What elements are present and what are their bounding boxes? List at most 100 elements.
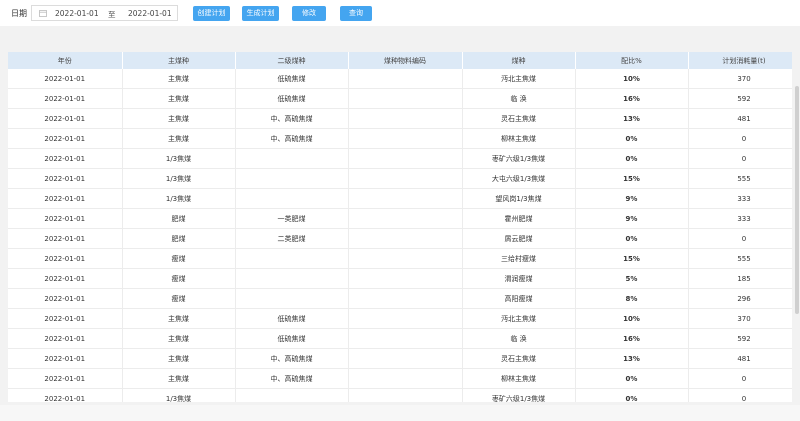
query-button[interactable]: 查询 bbox=[340, 6, 372, 21]
secondary-coal-cell bbox=[235, 268, 349, 289]
table-row[interactable]: 2022-01-01 1/3焦煤 枣矿六级1/3焦煤 0% 0 bbox=[8, 148, 792, 169]
year-cell: 2022-01-01 bbox=[8, 148, 123, 169]
year-cell: 2022-01-01 bbox=[8, 128, 123, 149]
main-coal-cell: 主焦煤 bbox=[122, 328, 236, 349]
consumption-cell: 333 bbox=[688, 188, 792, 209]
material-code-cell bbox=[348, 368, 463, 389]
secondary-coal-cell bbox=[235, 188, 349, 209]
column-header-coal[interactable]: 煤种 bbox=[462, 52, 576, 69]
material-code-cell bbox=[348, 308, 463, 329]
table-row[interactable]: 2022-01-01 瘦煤 渭润瘦煤 5% 185 bbox=[8, 268, 792, 289]
table-row[interactable]: 2022-01-01 主焦煤 中、高硫焦煤 柳林主焦煤 0% 0 bbox=[8, 368, 792, 389]
main-coal-cell: 1/3焦煤 bbox=[122, 148, 236, 169]
year-cell: 2022-01-01 bbox=[8, 328, 123, 349]
table-row[interactable]: 2022-01-01 主焦煤 低硫焦煤 临 涣 16% 592 bbox=[8, 88, 792, 109]
calendar-icon bbox=[39, 10, 47, 17]
year-cell: 2022-01-01 bbox=[8, 88, 123, 109]
ratio-cell: 16% bbox=[575, 328, 689, 349]
ratio-cell: 15% bbox=[575, 168, 689, 189]
consumption-cell: 555 bbox=[688, 248, 792, 269]
column-header-main-coal[interactable]: 主煤种 bbox=[122, 52, 236, 69]
material-code-cell bbox=[348, 148, 463, 169]
ratio-cell: 10% bbox=[575, 69, 689, 89]
material-code-cell bbox=[348, 388, 463, 402]
material-code-cell bbox=[348, 248, 463, 269]
coal-cell: 枣矿六级1/3焦煤 bbox=[462, 148, 576, 169]
coal-cell: 高阳瘦煤 bbox=[462, 288, 576, 309]
table-row[interactable]: 2022-01-01 1/3焦煤 大屯六级1/3焦煤 15% 555 bbox=[8, 168, 792, 189]
ratio-cell: 9% bbox=[575, 208, 689, 229]
ratio-cell: 0% bbox=[575, 148, 689, 169]
ratio-cell: 0% bbox=[575, 228, 689, 249]
date-to-input[interactable]: 2022-01-01 bbox=[128, 9, 172, 18]
consumption-cell: 555 bbox=[688, 168, 792, 189]
column-header-year[interactable]: 年份 bbox=[8, 52, 123, 69]
column-header-secondary-coal[interactable]: 二级煤种 bbox=[235, 52, 349, 69]
table-row[interactable]: 2022-01-01 1/3焦煤 望风岗1/3焦煤 9% 333 bbox=[8, 188, 792, 209]
vertical-scrollbar[interactable] bbox=[795, 86, 799, 314]
column-header-planned-consumption[interactable]: 计划消耗量(t) bbox=[688, 52, 792, 69]
column-header-material-code[interactable]: 煤种物料编码 bbox=[348, 52, 463, 69]
secondary-coal-cell: 中、高硫焦煤 bbox=[235, 128, 349, 149]
material-code-cell bbox=[348, 69, 463, 89]
consumption-cell: 0 bbox=[688, 228, 792, 249]
secondary-coal-cell: 低硫焦煤 bbox=[235, 328, 349, 349]
coal-cell: 沔北主焦煤 bbox=[462, 308, 576, 329]
main-coal-cell: 主焦煤 bbox=[122, 108, 236, 129]
coal-cell: 枣矿六级1/3焦煤 bbox=[462, 388, 576, 402]
coal-cell: 临 涣 bbox=[462, 88, 576, 109]
plan-table: 年份 主煤种 二级煤种 煤种物料编码 煤种 配比% 计划消耗量(t) 2022-… bbox=[8, 52, 792, 402]
ratio-cell: 10% bbox=[575, 308, 689, 329]
date-range-picker[interactable]: 2022-01-01 至 2022-01-01 bbox=[31, 5, 178, 21]
secondary-coal-cell: 低硫焦煤 bbox=[235, 308, 349, 329]
ratio-cell: 9% bbox=[575, 188, 689, 209]
column-header-ratio[interactable]: 配比% bbox=[575, 52, 689, 69]
table-row[interactable]: 2022-01-01 主焦煤 中、高硫焦煤 灵石主焦煤 13% 481 bbox=[8, 348, 792, 369]
date-from-input[interactable]: 2022-01-01 bbox=[55, 9, 99, 18]
secondary-coal-cell: 低硫焦煤 bbox=[235, 69, 349, 89]
table-row[interactable]: 2022-01-01 主焦煤 低硫焦煤 临 涣 16% 592 bbox=[8, 328, 792, 349]
consumption-cell: 481 bbox=[688, 348, 792, 369]
main-coal-cell: 主焦煤 bbox=[122, 69, 236, 89]
main-coal-cell: 主焦煤 bbox=[122, 88, 236, 109]
secondary-coal-cell bbox=[235, 388, 349, 402]
ratio-cell: 0% bbox=[575, 368, 689, 389]
year-cell: 2022-01-01 bbox=[8, 368, 123, 389]
year-cell: 2022-01-01 bbox=[8, 108, 123, 129]
generate-plan-button[interactable]: 生成计划 bbox=[242, 6, 279, 21]
material-code-cell bbox=[348, 208, 463, 229]
year-cell: 2022-01-01 bbox=[8, 288, 123, 309]
main-coal-cell: 瘦煤 bbox=[122, 268, 236, 289]
material-code-cell bbox=[348, 228, 463, 249]
create-plan-button[interactable]: 创建计划 bbox=[193, 6, 230, 21]
consumption-cell: 592 bbox=[688, 88, 792, 109]
material-code-cell bbox=[348, 128, 463, 149]
secondary-coal-cell: 中、高硫焦煤 bbox=[235, 348, 349, 369]
edit-button[interactable]: 修改 bbox=[292, 6, 326, 21]
consumption-cell: 370 bbox=[688, 308, 792, 329]
coal-cell: 大屯六级1/3焦煤 bbox=[462, 168, 576, 189]
table-row[interactable]: 2022-01-01 主焦煤 低硫焦煤 沔北主焦煤 10% 370 bbox=[8, 308, 792, 329]
secondary-coal-cell bbox=[235, 288, 349, 309]
material-code-cell bbox=[348, 268, 463, 289]
table-row[interactable]: 2022-01-01 主焦煤 低硫焦煤 沔北主焦煤 10% 370 bbox=[8, 69, 792, 89]
table-row[interactable]: 2022-01-01 瘦煤 高阳瘦煤 8% 296 bbox=[8, 288, 792, 309]
material-code-cell bbox=[348, 108, 463, 129]
date-label: 日期 bbox=[11, 9, 27, 18]
toolbar: 日期 2022-01-01 至 2022-01-01 创建计划 生成计划 修改 … bbox=[0, 0, 800, 26]
table-row[interactable]: 2022-01-01 主焦煤 中、高硫焦煤 灵石主焦煤 13% 481 bbox=[8, 108, 792, 129]
table-row[interactable]: 2022-01-01 瘦煤 三给村瘦煤 15% 555 bbox=[8, 248, 792, 269]
main-coal-cell: 肥煤 bbox=[122, 208, 236, 229]
main-coal-cell: 主焦煤 bbox=[122, 368, 236, 389]
consumption-cell: 0 bbox=[688, 368, 792, 389]
table-row[interactable]: 2022-01-01 肥煤 一类肥煤 霍州肥煤 9% 333 bbox=[8, 208, 792, 229]
secondary-coal-cell bbox=[235, 248, 349, 269]
year-cell: 2022-01-01 bbox=[8, 248, 123, 269]
table-row[interactable]: 2022-01-01 1/3焦煤 枣矿六级1/3焦煤 0% 0 bbox=[8, 388, 792, 402]
coal-cell: 屑云肥煤 bbox=[462, 228, 576, 249]
secondary-coal-cell: 中、高硫焦煤 bbox=[235, 368, 349, 389]
coal-cell: 渭润瘦煤 bbox=[462, 268, 576, 289]
year-cell: 2022-01-01 bbox=[8, 348, 123, 369]
table-row[interactable]: 2022-01-01 肥煤 二类肥煤 屑云肥煤 0% 0 bbox=[8, 228, 792, 249]
table-row[interactable]: 2022-01-01 主焦煤 中、高硫焦煤 柳林主焦煤 0% 0 bbox=[8, 128, 792, 149]
